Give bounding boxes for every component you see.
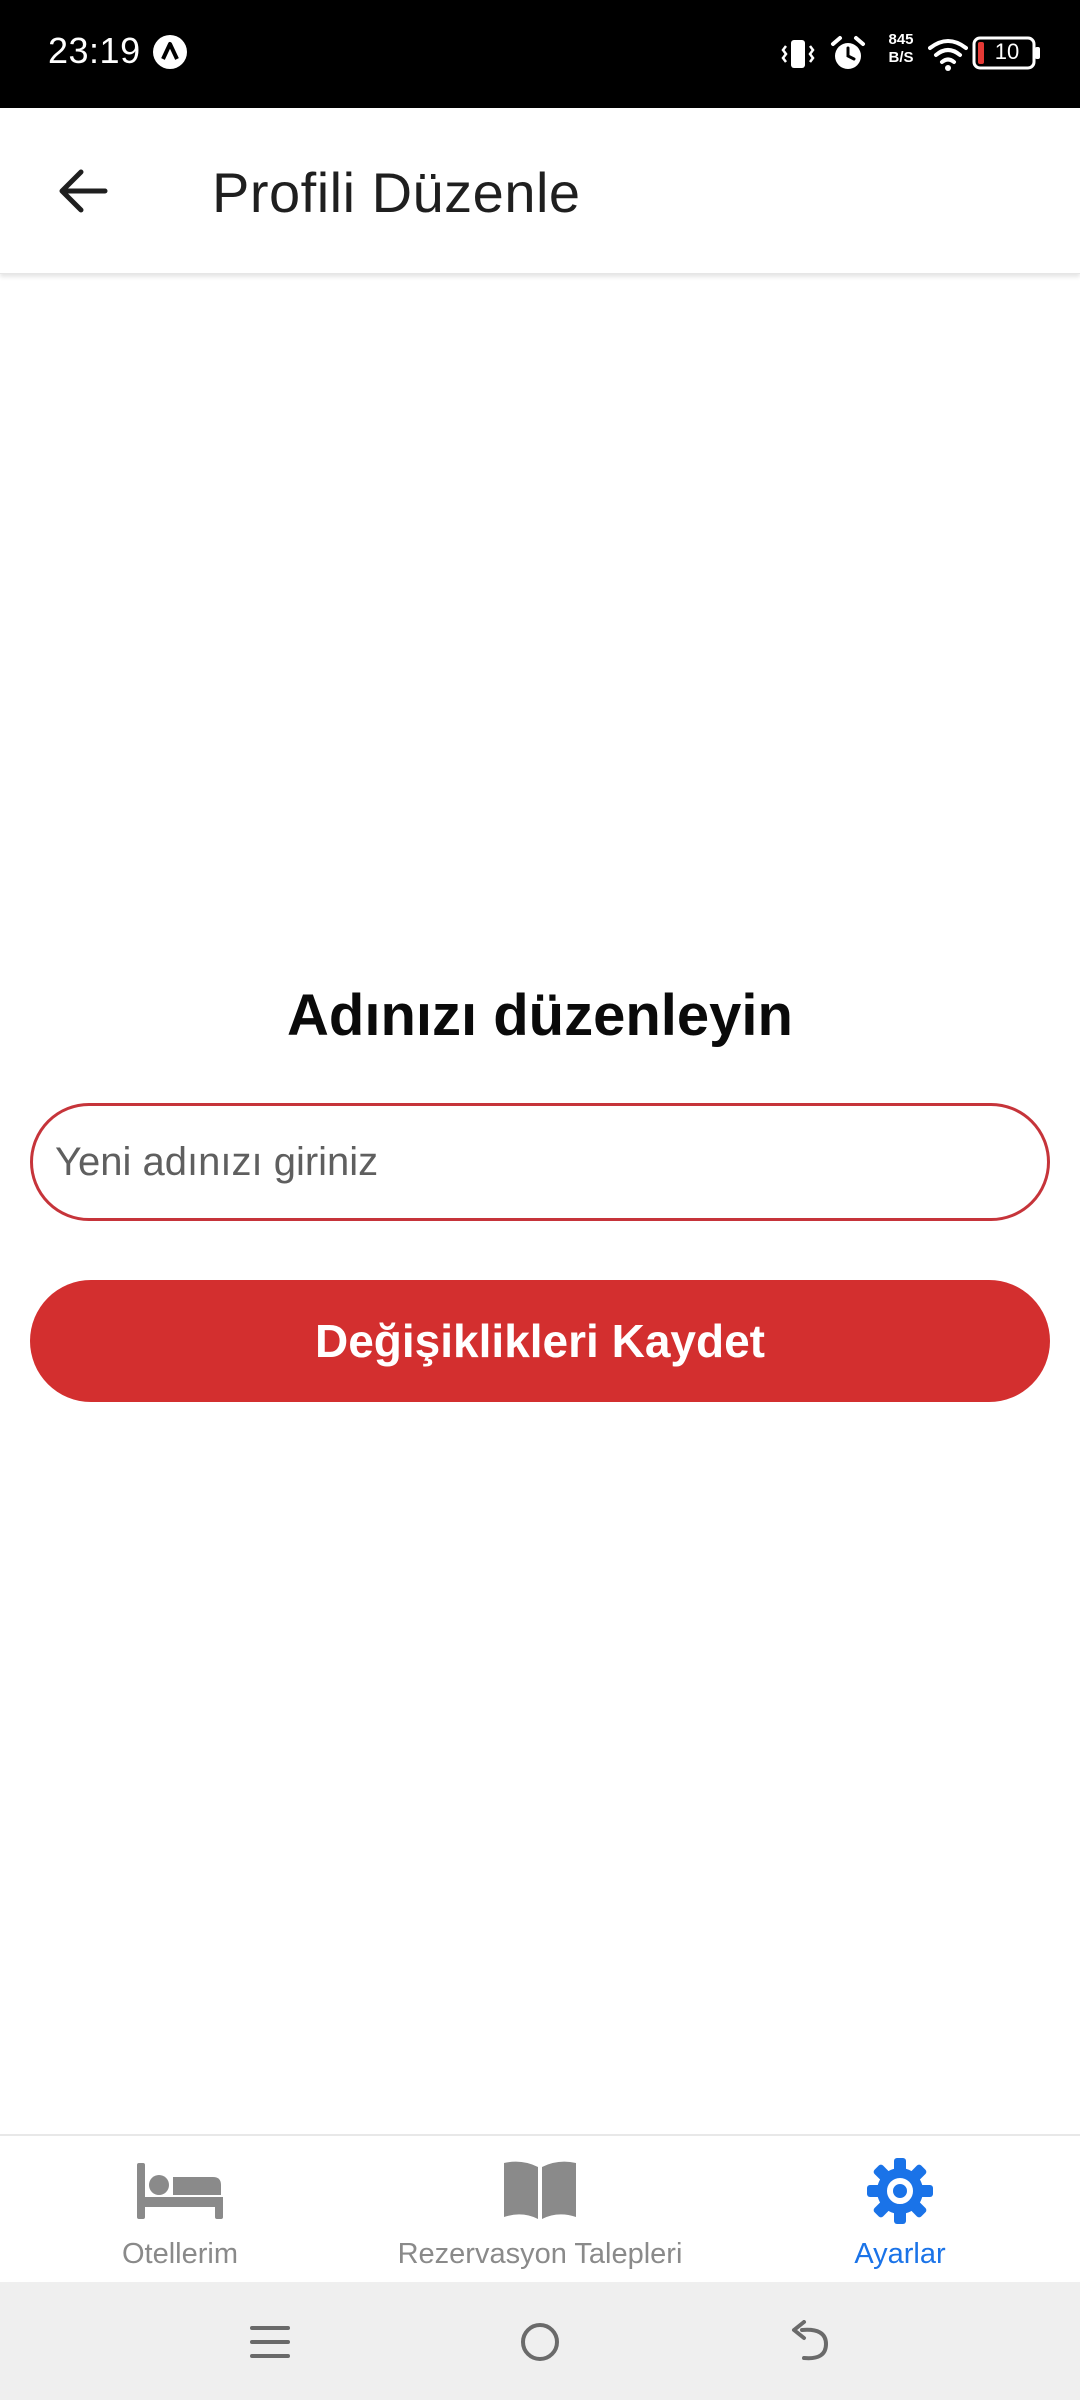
battery-level: 10 [994, 39, 1020, 64]
system-menu-button[interactable] [232, 2304, 308, 2380]
nav-label-settings: Ayarlar [854, 2238, 946, 2270]
bottom-navigation: Otellerim Rezervasyon Talepleri Ayarlar [0, 2134, 1080, 2282]
edit-profile-screen: 23:19 845 B/S 10 Profili Düzenle Adınızı… [0, 0, 1080, 2400]
nav-label-hotels: Otellerim [121, 2238, 238, 2270]
gear-icon [867, 2158, 933, 2224]
vibrate-icon [781, 40, 815, 68]
network-speed-unit: B/S [888, 49, 914, 66]
network-speed-value: 845 [888, 31, 914, 48]
nav-label-reservation-requests: Rezervasyon Talepleri [397, 2238, 683, 2270]
app-bar: Profili Düzenle [0, 108, 1080, 274]
menu-icon [250, 2326, 290, 2358]
save-changes-button[interactable]: Değişiklikleri Kaydet [30, 1280, 1050, 1402]
arrow-left-icon [59, 169, 108, 213]
status-bar: 23:19 845 B/S 10 [0, 0, 1080, 108]
name-input[interactable] [30, 1103, 1050, 1221]
book-icon [504, 2161, 576, 2219]
back-button[interactable] [40, 153, 126, 229]
nav-item-hotels[interactable]: Otellerim [80, 2136, 280, 2284]
status-time: 23:19 [48, 30, 141, 71]
wifi-icon [928, 39, 968, 71]
alarm-icon [831, 36, 865, 69]
system-navigation-bar [0, 2282, 1080, 2400]
back-icon [792, 2320, 829, 2361]
system-home-button[interactable] [502, 2304, 578, 2380]
page-title: Profili Düzenle [212, 161, 581, 224]
home-icon [521, 2323, 559, 2361]
system-back-button[interactable] [772, 2304, 848, 2380]
nav-item-reservation-requests[interactable]: Rezervasyon Talepleri [380, 2136, 700, 2284]
bed-icon [137, 2163, 223, 2219]
edit-name-heading: Adınızı düzenleyin [287, 983, 793, 1048]
network-speed: 845 B/S [879, 31, 923, 67]
nav-item-settings[interactable]: Ayarlar [820, 2136, 980, 2284]
app-notification-icon [153, 35, 187, 69]
